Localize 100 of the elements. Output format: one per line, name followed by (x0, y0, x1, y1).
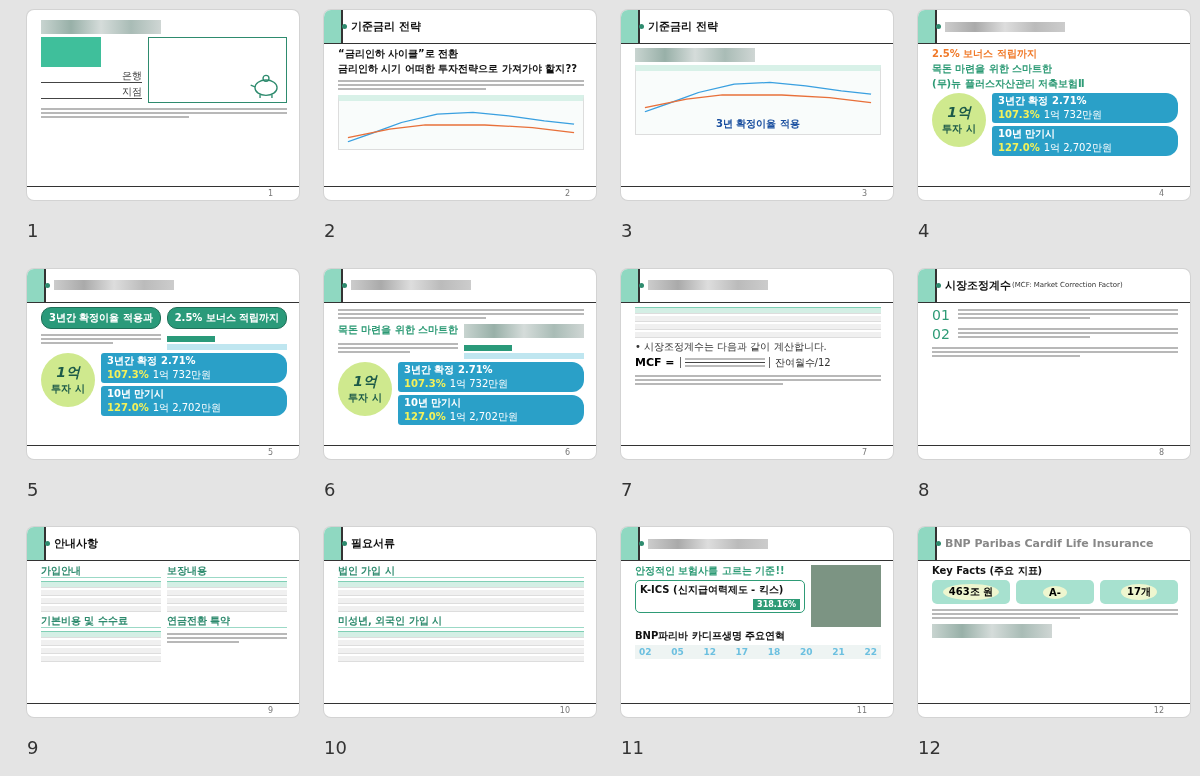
formula-label: MCF = (635, 356, 675, 370)
result-amount: 1억 732만원 (449, 376, 509, 391)
result-title: 10년 만기시 (404, 395, 463, 410)
result-percent: 127.0% (998, 142, 1040, 153)
result-amount: 1억 2,702만원 (449, 409, 518, 424)
slide-number: 9 (27, 737, 40, 761)
history-date: 05 (671, 647, 684, 658)
page-number: 5 (267, 447, 273, 457)
slide-tagline: 안정적인 보험사를 고르는 기준!! (635, 565, 786, 578)
header-accent (324, 10, 343, 43)
slide-thumbnail[interactable]: • 시장조정계수는 다음과 같이 계산합니다. MCF = 잔여월수/12 7 (621, 268, 893, 459)
badge-caption: 투자 시 (348, 390, 382, 405)
item-number: 01 (932, 306, 950, 323)
bullet-dot (342, 24, 347, 29)
section-heading: 연금전환 특약 (167, 615, 287, 629)
badge-amount: 1억 (353, 372, 377, 391)
slide-thumbnail[interactable]: 기준금리 전략 “금리인하 사이클”로 전환 금리인하 시기 어떠한 투자전략으로 가져가야 할지?? 2 (324, 10, 596, 200)
result-percent: 107.3% (404, 377, 446, 389)
slide-title: BNP Paribas Cardif Life Insurance (945, 537, 1154, 551)
slide-number: 10 (324, 737, 348, 761)
result-percent: 107.3% (998, 109, 1040, 120)
slide-number: 3 (621, 220, 634, 243)
field-label: 은행 (41, 70, 142, 83)
page-number: 11 (856, 706, 867, 716)
slide-number: 4 (918, 220, 931, 243)
slide-number: 12 (918, 737, 942, 761)
badge-amount: 1억 (56, 363, 80, 382)
slide-number: 6 (324, 478, 337, 502)
slide-number: 2 (324, 220, 337, 243)
slide-heading: BNP파리바 카디프생명 주요연혁 (635, 630, 787, 643)
highlight-pill: 2.5% 보너스 적립까지 (167, 306, 287, 329)
header-accent (918, 527, 937, 561)
badge-amount: 1억 (947, 104, 971, 122)
slide-text: • 시장조정계수는 다음과 같이 계산합니다. (635, 340, 828, 353)
history-date: 20 (800, 647, 813, 658)
result-title: 10년 만기시 (998, 127, 1057, 141)
result-amount: 1억 2,702만원 (1043, 141, 1112, 155)
badge-caption: 투자 시 (51, 381, 85, 396)
slide-thumbnail[interactable]: 안정적인 보험사를 고르는 기준!! K-ICS (신지급여력제도 - 킥스) 318.16% BNP파리바 카디프생명 주요연혁 02 05 12 17 18 20 21 22 11 (621, 527, 893, 718)
slide-thumbnail[interactable]: 3년간 확정이율 적용과 2.5% 보너스 적립까지 1억 투자 시 3년간 확정 2.71% 107.3% 1억 732만원 10년 만기시 127.0% 1억 2,702만원 5 (27, 268, 299, 459)
slide-thumbnail[interactable]: 안내사항 가입안내 보장내용 기본비용 및 수수료 연금전환 특약 9 (27, 527, 299, 718)
page-number: 8 (1158, 447, 1164, 457)
badge-caption: 투자 시 (942, 122, 976, 136)
history-date: 12 (703, 647, 716, 658)
slide-thumbnail[interactable]: 2.5% 보너스 적립까지 목돈 마련을 위한 스마트한 (무)뉴 플러스자산관리 저축보험Ⅱ 1억 투자 시 3년간 확정 2.71% 107.3% 1억 732만원 10년 만기시 127.0% 1억 2,702만원 4 (918, 10, 1190, 200)
page-number: 7 (861, 447, 867, 457)
result-title: 3년간 확정 2.71% (998, 94, 1088, 108)
section-heading: 보장내용 (167, 565, 287, 579)
metric-title: K-ICS (신지급여력제도 - 킥스) (640, 583, 785, 598)
key-fact-value: 463조 원 (942, 584, 1000, 601)
field-label: 지점 (41, 86, 142, 99)
slide-title: 기준금리 전략 (351, 19, 421, 34)
slide-heading: Key Facts (주요 지표) (932, 565, 1044, 578)
header-accent (918, 268, 937, 302)
bullet-dot (639, 541, 644, 547)
result-title: 3년간 확정 2.71% (107, 353, 197, 368)
section-heading: 가입안내 (41, 565, 161, 579)
slide-thumbnail[interactable]: 필요서류 법인 가입 시 미성년, 외국인 가입 시 10 (324, 527, 596, 718)
bullet-dot (45, 282, 50, 288)
chart-label: 3년 확정이율 적용 (716, 117, 800, 131)
header-accent (918, 10, 937, 43)
history-date: 02 (639, 647, 652, 658)
slide-heading: 금리인하 시기 어떠한 투자전략으로 가져가야 할지?? (338, 63, 578, 75)
slide-tagline: 목돈 마련을 위한 스마트한 (932, 63, 1054, 75)
slide-thumbnail[interactable]: 목돈 마련을 위한 스마트한 1억 투자 시 3년간 확정 2.71% 107.3% 1억 732만원 10년 만기시 127.0% 1억 2,702만원 6 (324, 268, 596, 459)
section-heading: 법인 가입 시 (338, 565, 584, 579)
bullet-dot (936, 282, 941, 288)
slide-number: 5 (27, 478, 40, 502)
page-number: 4 (1158, 189, 1164, 198)
result-percent: 127.0% (404, 410, 446, 422)
metric-bar: 318.16% (753, 599, 800, 611)
slide-tagline: 목돈 마련을 위한 스마트한 (338, 323, 459, 336)
header-accent (324, 268, 343, 302)
slide-title: 기준금리 전략 (648, 19, 718, 34)
tile-block (41, 37, 101, 67)
result-percent: 127.0% (107, 401, 149, 413)
slide-thumbnail[interactable]: 은행 지점 1 (27, 10, 299, 200)
page-number: 6 (564, 447, 570, 457)
slide-tagline: (무)뉴 플러스자산관리 저축보험Ⅱ (932, 78, 1086, 90)
result-title: 3년간 확정 2.71% (404, 362, 494, 377)
bullet-dot (936, 541, 941, 547)
key-fact-value: 17개 (1121, 584, 1157, 601)
bullet-dot (639, 24, 644, 29)
history-date: 21 (832, 647, 845, 658)
formula-suffix: 잔여월수/12 (774, 355, 831, 370)
header-accent (324, 527, 343, 561)
item-number: 02 (932, 325, 950, 342)
result-amount: 1억 732만원 (152, 367, 212, 382)
key-fact-value: A- (1043, 585, 1067, 599)
page-number: 10 (559, 706, 570, 716)
header-accent (621, 268, 640, 302)
slide-title: 안내사항 (54, 536, 98, 552)
bullet-dot (639, 282, 644, 288)
slide-thumbnail[interactable]: 기준금리 전략 3년 확정이율 적용 3 (621, 10, 893, 200)
slide-thumbnail[interactable]: BNP Paribas Cardif Life Insurance Key Facts (주요 지표) 463조 원 A- 17개 12 (918, 527, 1190, 718)
history-date: 17 (735, 647, 749, 658)
header-accent (621, 10, 640, 43)
result-percent: 107.3% (107, 368, 149, 380)
history-date: 18 (767, 647, 781, 658)
bonus-headline: 2.5% 보너스 적립까지 (932, 48, 1038, 60)
